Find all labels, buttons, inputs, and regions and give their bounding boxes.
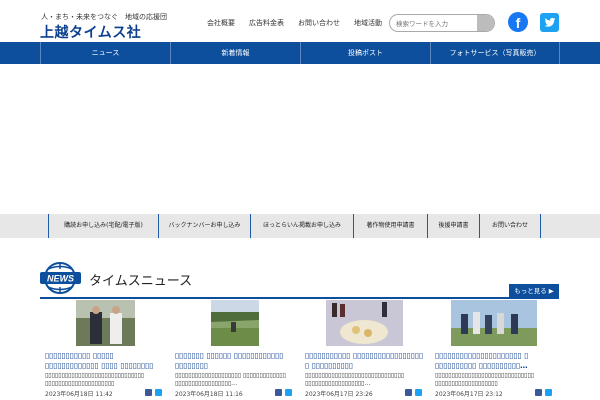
news-card-title[interactable]: ▯▯▯▯▯▯▯▯▯▯▯▯▯▯▯▯▯▯▯▯▯ ▯ ▯▯▯▯▯▯▯▯▯▯ ▯▯▯▯▯… [435, 351, 557, 371]
toplink-ad-rates[interactable]: 広告料金表 [249, 18, 284, 28]
facebook-share-icon[interactable] [275, 389, 282, 396]
news-card[interactable]: ▯▯▯▯▯▯▯▯▯▯▯▯▯▯▯▯▯▯▯▯▯ ▯ ▯▯▯▯▯▯▯▯▯▯ ▯▯▯▯▯… [431, 300, 557, 400]
search-box [389, 14, 495, 32]
news-divider [40, 297, 559, 299]
news-card[interactable]: ▯▯▯▯▯▯▯▯▯▯▯ ▯▯▯▯▯▯▯▯▯▯▯▯▯▯▯▯▯ ▯ ▯▯▯▯▯▯▯▯… [301, 300, 427, 400]
news-card-excerpt: ▯▯▯▯▯▯▯▯▯▯▯▯▯▯▯▯▯▯▯▯ ▯▯▯▯▯▯▯▯▯▯▯▯▯ ▯▯▯▯▯… [175, 372, 286, 387]
news-section-title: タイムスニュース [89, 274, 193, 289]
news-card-excerpt: ▯▯▯▯▯▯▯▯▯▯▯▯▯▯▯▯▯▯▯▯▯▯▯▯▯▯▯▯▯▯ ▯▯▯▯▯▯▯▯▯… [305, 372, 405, 387]
toplink-community[interactable]: 地域活動 [354, 18, 382, 28]
toplink-company[interactable]: 会社概要 [207, 18, 235, 28]
search-input[interactable] [396, 17, 468, 30]
sub-nav: 購読お申し込み(宅配/電子版) バックナンバーお申し込み ほっとらいん掲載お申し… [0, 214, 600, 238]
twitter-icon[interactable] [540, 13, 559, 32]
facebook-share-icon[interactable] [405, 389, 412, 396]
news-card-date: 2023年06月18日 11:16 [175, 391, 243, 398]
site-tagline: 人・まち・未来をつなぐ 地域の応援団 [41, 13, 167, 21]
news-thumbnail[interactable] [326, 300, 403, 346]
top-links: 会社概要 広告料金表 お問い合わせ 地域活動 [207, 18, 382, 28]
nav-latest[interactable]: 新着情報 [170, 42, 300, 64]
main-nav: ニュース 新着情報 投稿ポスト フォトサービス（写真販売） [0, 42, 600, 64]
news-card-excerpt: ▯▯▯▯▯▯▯▯▯▯▯▯▯▯▯▯▯▯▯▯▯▯▯▯▯▯▯▯▯▯ ▯▯▯▯▯▯▯▯▯… [45, 372, 145, 387]
news-card[interactable]: ▯▯▯▯▯▯▯▯▯▯▯ ▯▯▯▯▯ ▯▯▯▯▯▯▯▯▯▯▯▯▯ ▯▯▯▯ ▯▯▯… [41, 300, 167, 400]
subnav-sponsorship[interactable]: 後援申請書 [427, 214, 479, 238]
news-card-title[interactable]: ▯▯▯▯▯▯▯▯▯▯▯ ▯▯▯▯▯ ▯▯▯▯▯▯▯▯▯▯▯▯▯ ▯▯▯▯ ▯▯▯… [45, 351, 167, 371]
news-card-title[interactable]: ▯▯▯▯▯▯▯▯▯▯▯ ▯▯▯▯▯▯▯▯▯▯▯▯▯▯▯▯▯ ▯ ▯▯▯▯▯▯▯▯… [305, 351, 427, 371]
subnav-contact[interactable]: お問い合わせ [479, 214, 541, 238]
news-card-date: 2023年06月17日 23:26 [305, 391, 373, 398]
nav-post[interactable]: 投稿ポスト [300, 42, 430, 64]
nav-photo-service[interactable]: フォトサービス（写真販売） [430, 42, 560, 64]
site-logo[interactable]: 上越タイムス社 [40, 22, 141, 42]
twitter-share-icon[interactable] [155, 389, 162, 396]
facebook-share-icon[interactable] [535, 389, 542, 396]
toplink-contact[interactable]: お問い合わせ [298, 18, 340, 28]
news-thumbnail[interactable] [451, 300, 537, 346]
news-card-title[interactable]: ▯▯▯▯▯▯▯ ▯▯▯▯▯▯ ▯▯▯▯▯▯▯▯▯▯▯▯ ▯▯▯▯▯▯▯▯ [175, 351, 297, 371]
more-news-button[interactable]: もっと見る ▶ [509, 284, 559, 299]
subnav-back-numbers[interactable]: バックナンバーお申し込み [158, 214, 250, 238]
facebook-share-icon[interactable] [145, 389, 152, 396]
news-thumbnail[interactable] [76, 300, 135, 346]
news-heading: NEWS タイムスニュース [40, 261, 559, 299]
subnav-subscribe[interactable]: 購読お申し込み(宅配/電子版) [48, 214, 158, 238]
twitter-share-icon[interactable] [415, 389, 422, 396]
news-card-date: 2023年06月17日 23:12 [435, 391, 503, 398]
facebook-icon[interactable]: f [508, 12, 528, 32]
news-card-excerpt: ▯▯▯▯▯▯▯▯▯▯▯▯▯▯▯▯▯▯▯▯▯▯▯▯▯▯▯▯▯▯ ▯▯▯▯▯▯▯▯▯… [435, 372, 535, 387]
news-card[interactable]: ▯▯▯▯▯▯▯ ▯▯▯▯▯▯ ▯▯▯▯▯▯▯▯▯▯▯▯ ▯▯▯▯▯▯▯▯ ▯▯▯… [171, 300, 297, 400]
news-globe-icon: NEWS [40, 262, 81, 294]
twitter-share-icon[interactable] [285, 389, 292, 396]
search-button[interactable] [477, 15, 494, 31]
subnav-copyright[interactable]: 著作物使用申請書 [353, 214, 427, 238]
news-card-date: 2023年06月18日 11:42 [45, 391, 113, 398]
news-badge-text: NEWS [47, 274, 74, 284]
news-thumbnail[interactable] [211, 300, 259, 346]
subnav-hotline[interactable]: ほっとらいん掲載お申し込み [250, 214, 353, 238]
banner-area [0, 64, 600, 214]
nav-news[interactable]: ニュース [40, 42, 170, 64]
twitter-share-icon[interactable] [545, 389, 552, 396]
site-header: 人・まち・未来をつなぐ 地域の応援団 上越タイムス社 会社概要 広告料金表 お問… [0, 0, 600, 42]
